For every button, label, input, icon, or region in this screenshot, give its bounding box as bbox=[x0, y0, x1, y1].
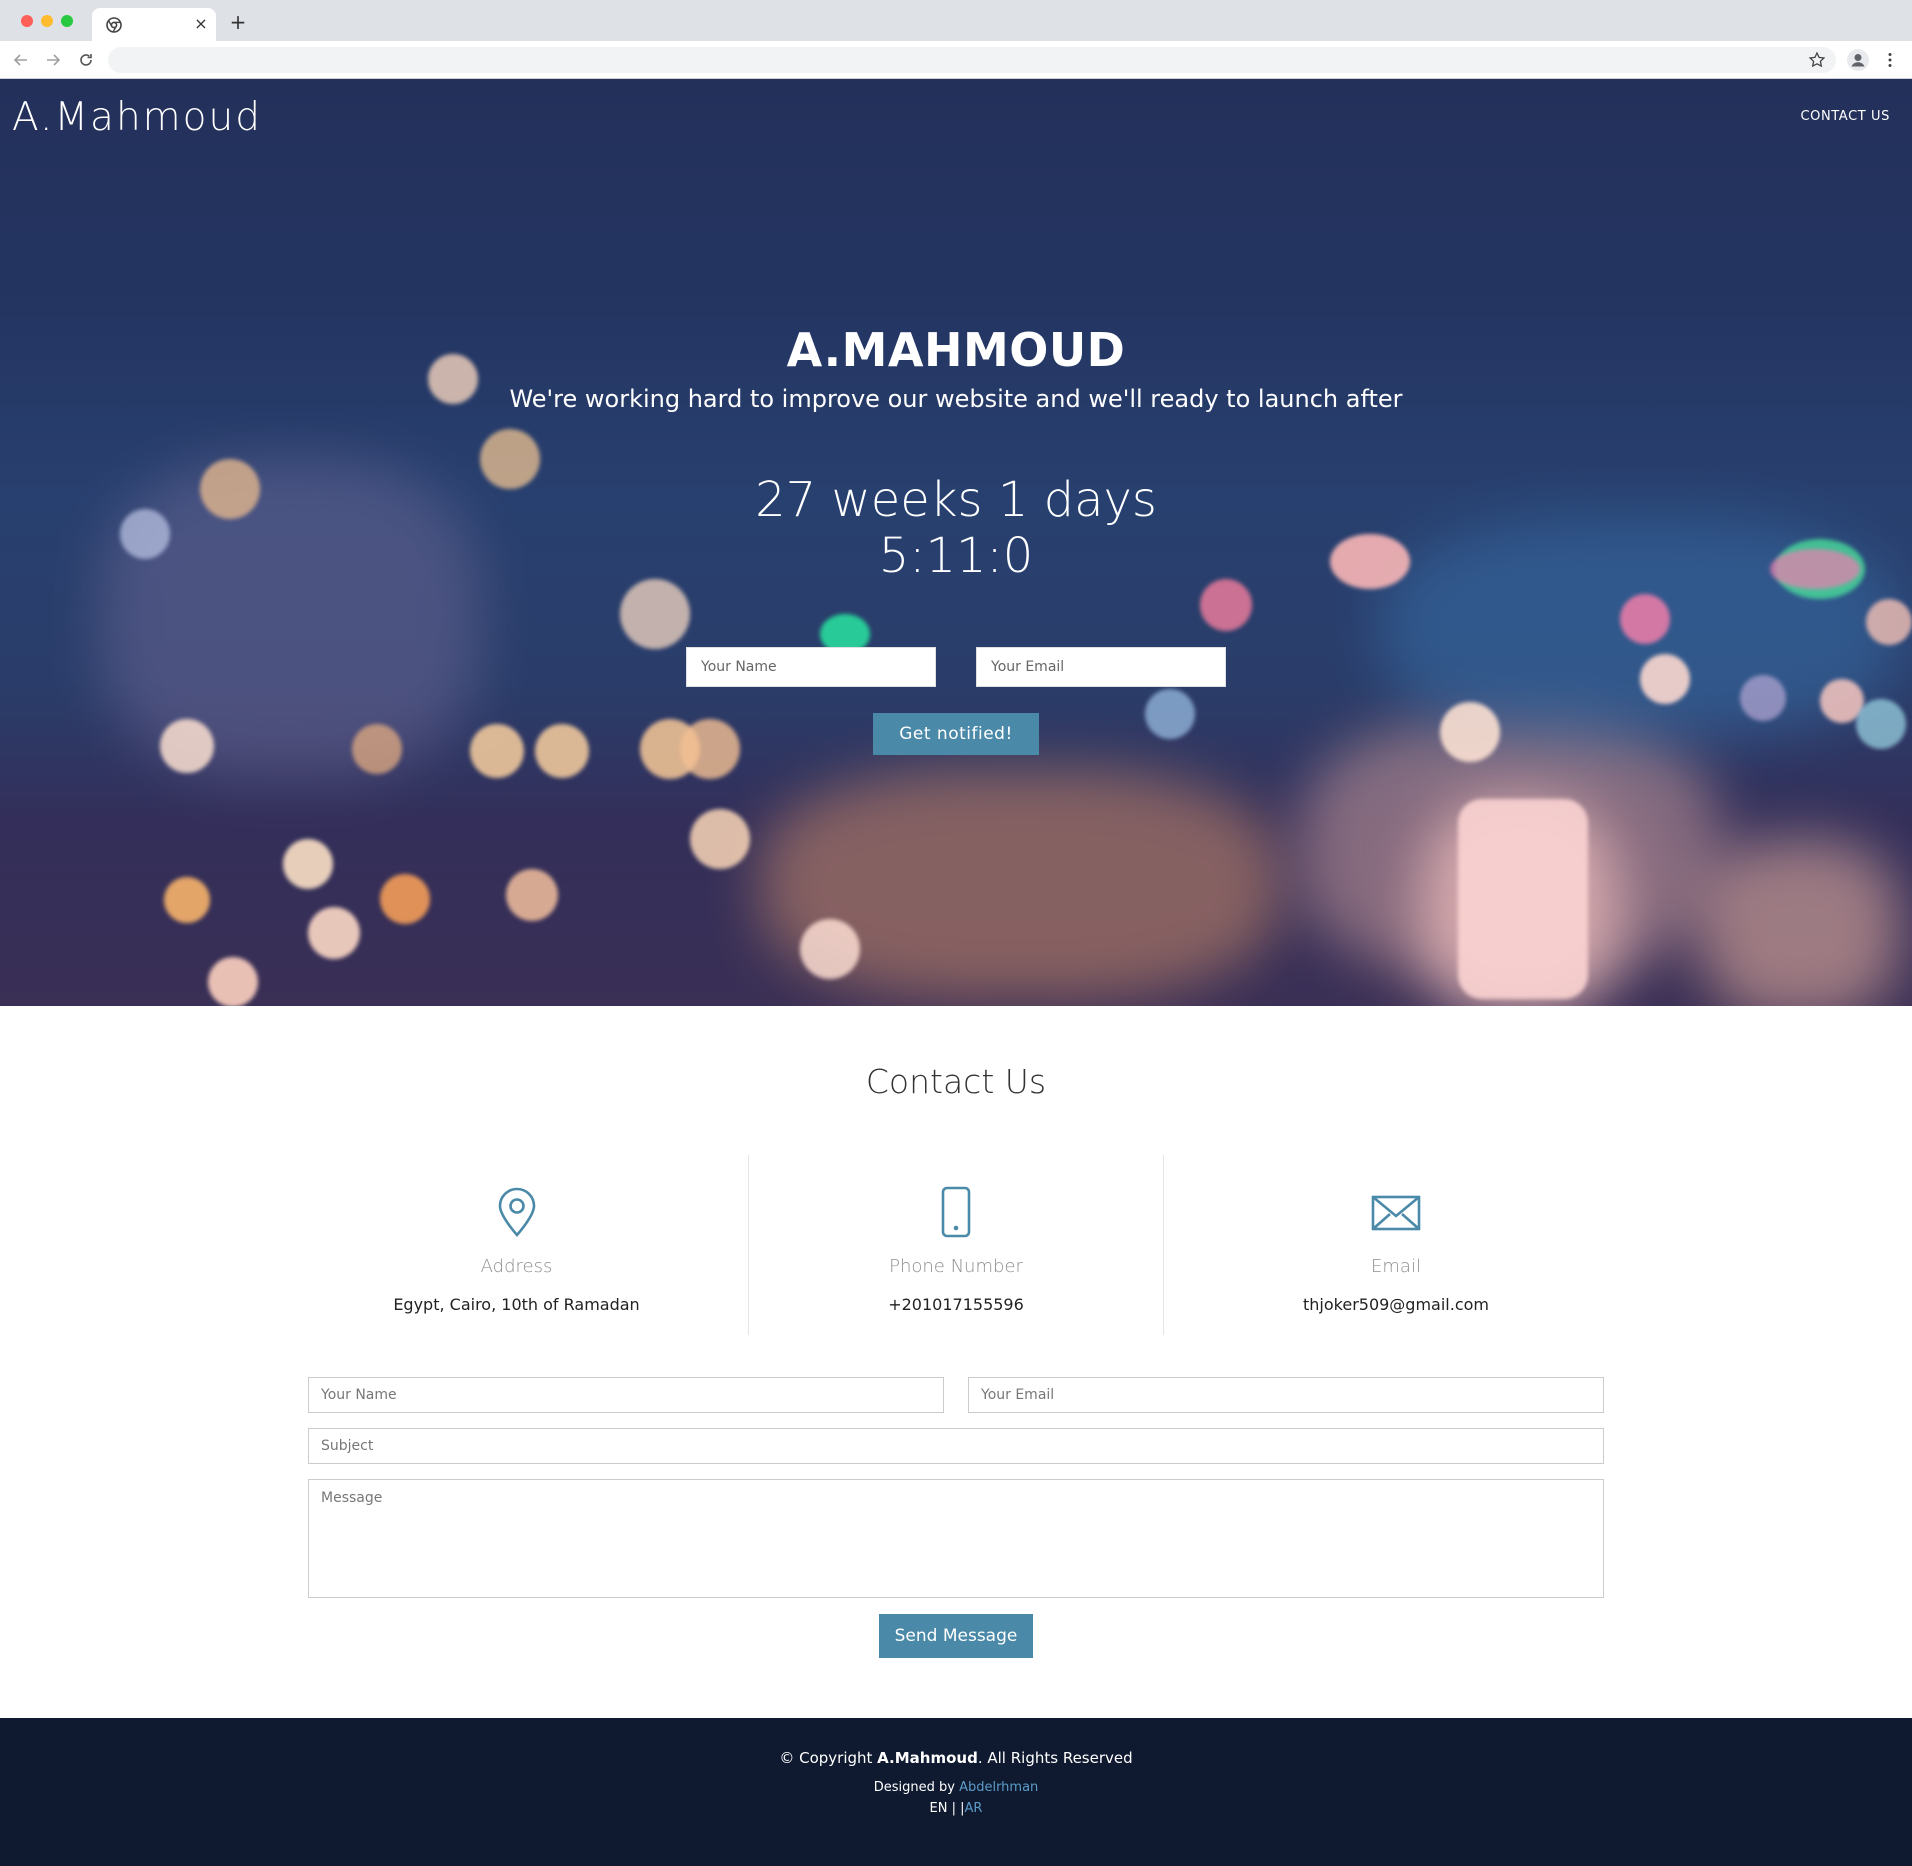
browser-toolbar bbox=[0, 41, 1912, 79]
copyright-prefix: © Copyright bbox=[779, 1749, 878, 1767]
nav-link-contact[interactable]: CONTACT US bbox=[1800, 109, 1890, 124]
address-card: Address Egypt, Cairo, 10th of Ramadan bbox=[309, 1155, 724, 1335]
new-tab-button[interactable]: + bbox=[228, 12, 248, 32]
contact-name-input[interactable]: Your Name bbox=[308, 1377, 944, 1413]
lang-en[interactable]: EN bbox=[930, 1801, 948, 1816]
language-switcher: EN | |AR bbox=[0, 1801, 1912, 1816]
contact-message-textarea[interactable]: Message bbox=[308, 1479, 1604, 1598]
designed-by: Designed by Abdelrhman bbox=[0, 1780, 1912, 1795]
close-window-button[interactable] bbox=[21, 15, 33, 27]
phone-icon bbox=[941, 1186, 971, 1238]
send-message-button[interactable]: Send Message bbox=[879, 1614, 1033, 1658]
lang-ar[interactable]: AR bbox=[965, 1801, 983, 1816]
copyright-suffix: . All Rights Reserved bbox=[977, 1749, 1133, 1767]
kebab-menu-icon[interactable] bbox=[1880, 50, 1900, 70]
contact-subject-input[interactable]: Subject bbox=[308, 1428, 1604, 1464]
brand-logo[interactable]: A.Mahmoud bbox=[12, 95, 262, 140]
address-value: Egypt, Cairo, 10th of Ramadan bbox=[393, 1295, 640, 1314]
back-arrow-icon[interactable] bbox=[11, 50, 31, 70]
phone-label: Phone Number bbox=[889, 1256, 1023, 1277]
maximize-window-button[interactable] bbox=[61, 15, 73, 27]
map-pin-icon bbox=[498, 1187, 535, 1237]
chrome-favicon-icon bbox=[106, 17, 122, 33]
notify-name-input[interactable]: Your Name bbox=[686, 647, 936, 687]
minimize-window-button[interactable] bbox=[41, 15, 53, 27]
designed-prefix: Designed by bbox=[873, 1780, 960, 1795]
tab-close-icon[interactable]: × bbox=[192, 15, 210, 33]
hero-title: A.MAHMOUD bbox=[786, 323, 1126, 377]
forward-arrow-icon[interactable] bbox=[43, 50, 63, 70]
hero-subtitle: We're working hard to improve our websit… bbox=[509, 385, 1403, 413]
contact-email-input[interactable]: Your Email bbox=[968, 1377, 1604, 1413]
address-bar[interactable] bbox=[108, 47, 1836, 73]
copyright-brand: A.Mahmoud bbox=[877, 1749, 978, 1767]
countdown-weeks-days: 27 weeks 1 days bbox=[755, 472, 1157, 528]
phone-card: Phone Number +201017155596 bbox=[748, 1155, 1164, 1335]
footer: © Copyright A.Mahmoud. All Rights Reserv… bbox=[0, 1718, 1912, 1866]
star-icon[interactable] bbox=[1807, 50, 1827, 70]
phone-value: +201017155596 bbox=[888, 1295, 1024, 1314]
email-label: Email bbox=[1371, 1256, 1421, 1277]
email-card: Email thjoker509@gmail.com bbox=[1164, 1155, 1628, 1335]
hero-section: A.Mahmoud CONTACT US A.MAHMOUD We're wor… bbox=[0, 79, 1912, 1006]
email-value: thjoker509@gmail.com bbox=[1303, 1295, 1489, 1314]
reload-icon[interactable] bbox=[76, 50, 96, 70]
tab-strip: × + bbox=[0, 0, 1912, 41]
envelope-icon bbox=[1371, 1195, 1421, 1231]
contact-title: Contact Us bbox=[865, 1062, 1047, 1101]
copyright: © Copyright A.Mahmoud. All Rights Reserv… bbox=[0, 1749, 1912, 1767]
browser-tab[interactable]: × bbox=[92, 8, 216, 41]
profile-icon[interactable] bbox=[1847, 49, 1869, 71]
lang-separator: | | bbox=[947, 1801, 965, 1816]
designer-link[interactable]: Abdelrhman bbox=[959, 1780, 1038, 1795]
get-notified-button[interactable]: Get notified! bbox=[873, 713, 1039, 755]
address-label: Address bbox=[480, 1256, 553, 1277]
browser-chrome: × + bbox=[0, 0, 1912, 79]
countdown-time: 5:11:0 bbox=[878, 528, 1034, 584]
notify-email-input[interactable]: Your Email bbox=[976, 647, 1226, 687]
